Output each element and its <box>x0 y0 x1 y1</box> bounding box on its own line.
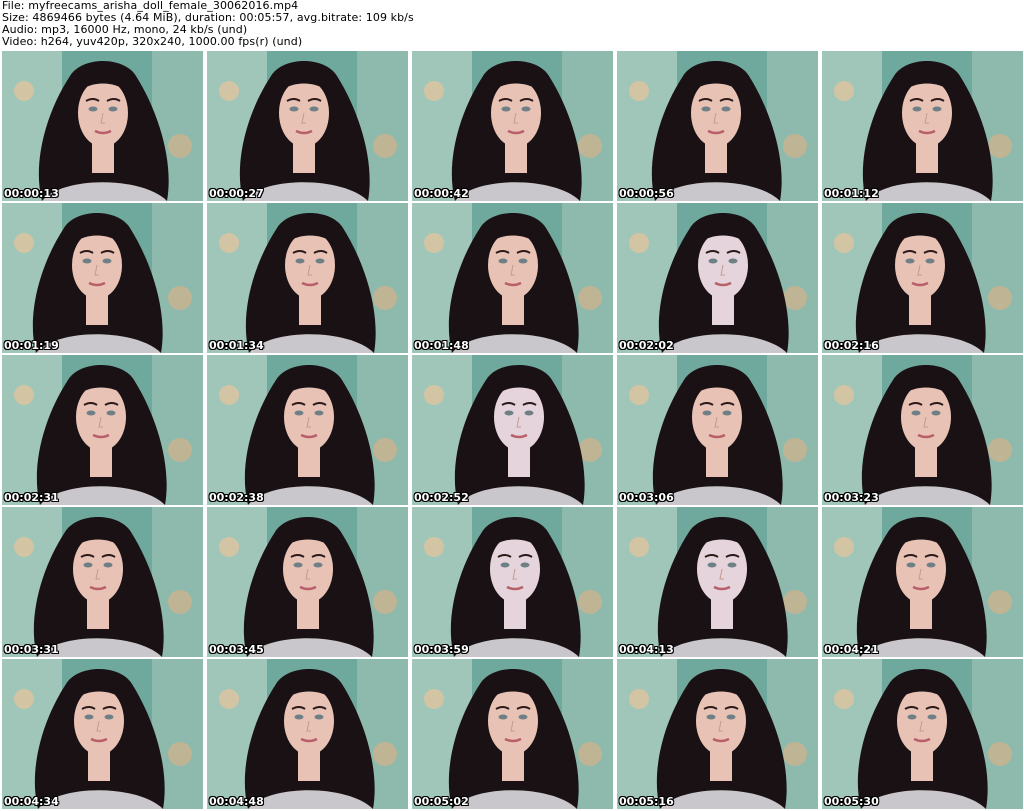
webcam-frame-image <box>2 355 203 505</box>
webcam-frame-image <box>207 203 408 353</box>
webcam-frame-image <box>617 507 818 657</box>
frame-timestamp: 00:03:06 <box>619 491 674 504</box>
frame-timestamp: 00:04:48 <box>209 795 264 808</box>
frame-timestamp: 00:05:30 <box>824 795 879 808</box>
video-frame-thumbnail: 00:01:34 <box>207 203 408 353</box>
video-frame-thumbnail: 00:04:48 <box>207 659 408 809</box>
webcam-frame-image <box>207 659 408 809</box>
video-frame-thumbnail: 00:04:13 <box>617 507 818 657</box>
video-frame-thumbnail: 00:05:30 <box>822 659 1023 809</box>
webcam-frame-image <box>2 51 203 201</box>
video-frame-thumbnail: 00:02:16 <box>822 203 1023 353</box>
frame-timestamp: 00:03:45 <box>209 643 264 656</box>
webcam-frame-image <box>207 51 408 201</box>
webcam-frame-image <box>822 203 1023 353</box>
frame-timestamp: 00:05:02 <box>414 795 469 808</box>
webcam-frame-image <box>617 659 818 809</box>
frame-timestamp: 00:01:48 <box>414 339 469 352</box>
video-frame-thumbnail: 00:03:31 <box>2 507 203 657</box>
video-frame-thumbnail: 00:04:21 <box>822 507 1023 657</box>
webcam-frame-image <box>617 203 818 353</box>
video-frame-thumbnail: 00:02:31 <box>2 355 203 505</box>
frame-timestamp: 00:03:23 <box>824 491 879 504</box>
webcam-frame-image <box>822 355 1023 505</box>
webcam-frame-image <box>822 659 1023 809</box>
video-frame-thumbnail: 00:01:48 <box>412 203 613 353</box>
video-frame-thumbnail: 00:05:16 <box>617 659 818 809</box>
video-frame-thumbnail: 00:01:19 <box>2 203 203 353</box>
webcam-frame-image <box>617 355 818 505</box>
frame-timestamp: 00:00:42 <box>414 187 469 200</box>
webcam-frame-image <box>822 507 1023 657</box>
frame-timestamp: 00:00:27 <box>209 187 264 200</box>
webcam-frame-image <box>2 507 203 657</box>
frame-timestamp: 00:01:34 <box>209 339 264 352</box>
webcam-frame-image <box>207 355 408 505</box>
frame-timestamp: 00:04:34 <box>4 795 59 808</box>
video-frame-thumbnail: 00:03:23 <box>822 355 1023 505</box>
webcam-frame-image <box>412 355 613 505</box>
thumbnail-grid: 00:00:13 00:00:27 00:00:42 00:00:56 00:0… <box>2 51 1023 811</box>
webcam-frame-image <box>2 203 203 353</box>
video-frame-thumbnail: 00:00:56 <box>617 51 818 201</box>
video-frame-thumbnail: 00:02:02 <box>617 203 818 353</box>
video-frame-thumbnail: 00:02:52 <box>412 355 613 505</box>
webcam-frame-image <box>207 507 408 657</box>
frame-timestamp: 00:04:13 <box>619 643 674 656</box>
video-frame-thumbnail: 00:03:45 <box>207 507 408 657</box>
frame-timestamp: 00:00:56 <box>619 187 674 200</box>
video-frame-thumbnail: 00:03:06 <box>617 355 818 505</box>
file-info-header: File: myfreecams_arisha_doll_female_3006… <box>2 0 1022 50</box>
video-frame-thumbnail: 00:00:13 <box>2 51 203 201</box>
frame-timestamp: 00:04:21 <box>824 643 879 656</box>
video-frame-thumbnail: 00:00:42 <box>412 51 613 201</box>
frame-timestamp: 00:03:31 <box>4 643 59 656</box>
video-frame-thumbnail: 00:05:02 <box>412 659 613 809</box>
video-frame-thumbnail: 00:01:12 <box>822 51 1023 201</box>
video-frame-thumbnail: 00:00:27 <box>207 51 408 201</box>
frame-timestamp: 00:01:12 <box>824 187 879 200</box>
video-frame-thumbnail: 00:04:34 <box>2 659 203 809</box>
frame-timestamp: 00:02:38 <box>209 491 264 504</box>
frame-timestamp: 00:01:19 <box>4 339 59 352</box>
frame-timestamp: 00:03:59 <box>414 643 469 656</box>
frame-timestamp: 00:02:31 <box>4 491 59 504</box>
webcam-frame-image <box>2 659 203 809</box>
webcam-frame-image <box>822 51 1023 201</box>
frame-timestamp: 00:05:16 <box>619 795 674 808</box>
video-frame-thumbnail: 00:02:38 <box>207 355 408 505</box>
webcam-frame-image <box>412 51 613 201</box>
webcam-frame-image <box>412 203 613 353</box>
frame-timestamp: 00:00:13 <box>4 187 59 200</box>
webcam-frame-image <box>412 507 613 657</box>
video-frame-thumbnail: 00:03:59 <box>412 507 613 657</box>
frame-timestamp: 00:02:52 <box>414 491 469 504</box>
frame-timestamp: 00:02:02 <box>619 339 674 352</box>
frame-timestamp: 00:02:16 <box>824 339 879 352</box>
webcam-frame-image <box>617 51 818 201</box>
webcam-frame-image <box>412 659 613 809</box>
video-info-line: Video: h264, yuv420p, 320x240, 1000.00 f… <box>2 35 303 48</box>
